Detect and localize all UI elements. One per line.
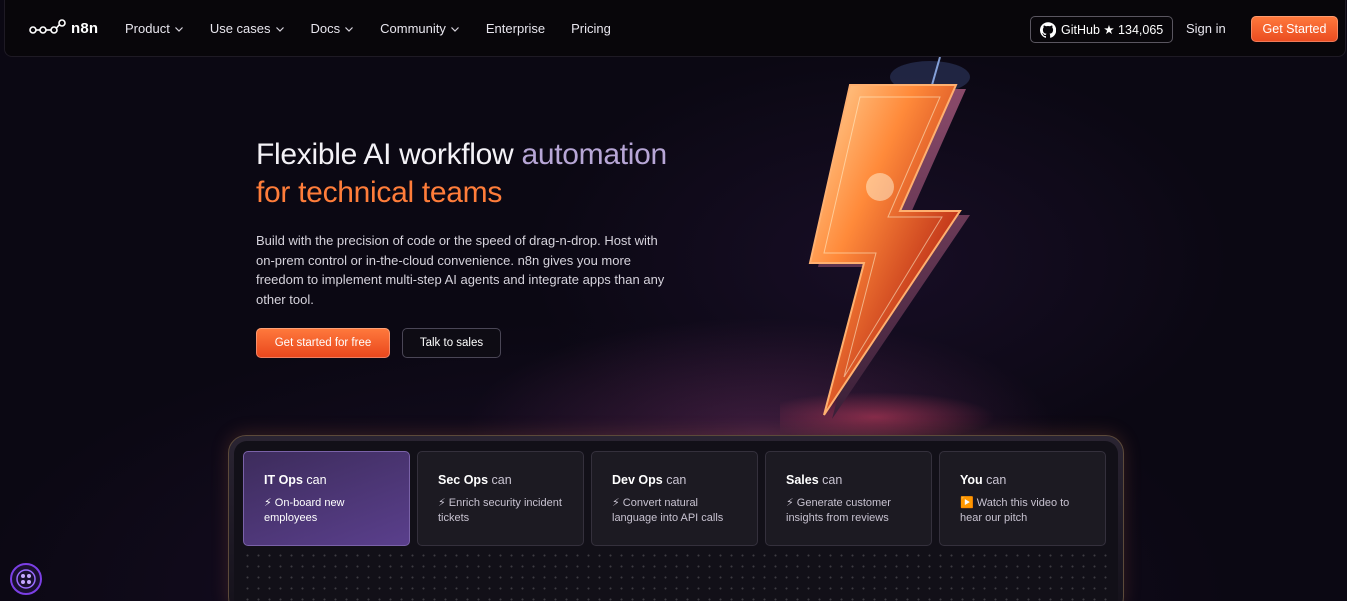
role-card-description: On-board new employees	[264, 497, 345, 524]
lightning-icon: ⚡	[786, 497, 794, 509]
role-card-sec-ops[interactable]: Sec Ops can ⚡ Enrich security incident t…	[417, 451, 584, 546]
role-card-text: ⚡ Enrich security incident tickets	[438, 496, 568, 525]
role-card-description: Watch this video to hear our pitch	[960, 497, 1070, 524]
role-card-you[interactable]: You can ▶️ Watch this video to hear our …	[939, 451, 1106, 546]
nav-item-pricing[interactable]: Pricing	[571, 21, 611, 36]
hero-description: Build with the precision of code or the …	[256, 233, 665, 307]
hero-title-part1: Flexible AI workflow	[256, 138, 522, 171]
role-can: can	[662, 473, 687, 487]
role-card-text: ⚡ On-board new employees	[264, 496, 394, 525]
chevron-down-icon	[174, 26, 183, 32]
n8n-logo-icon	[29, 19, 66, 34]
logo[interactable]: n8n	[29, 18, 98, 38]
nav-item-enterprise[interactable]: Enterprise	[486, 21, 545, 36]
github-icon	[1040, 21, 1056, 38]
role-can: can	[818, 473, 843, 487]
role-card-heading: Sec Ops can	[438, 473, 583, 487]
role-name: IT Ops	[264, 473, 303, 487]
nav-item-use-cases[interactable]: Use cases	[210, 21, 285, 36]
hero-title: Flexible AI workflow automation for tech…	[256, 136, 667, 212]
lightning-icon: ⚡	[438, 497, 446, 509]
dotted-canvas-background	[242, 550, 1112, 601]
chat-widget-button[interactable]	[10, 563, 42, 595]
chevron-down-icon	[450, 26, 459, 32]
role-card-heading: You can	[960, 473, 1105, 487]
role-card-description: Convert natural language into API calls	[612, 497, 724, 524]
get-started-free-button[interactable]: Get started for free	[256, 328, 390, 358]
sign-in-link[interactable]: Sign in	[1186, 21, 1226, 36]
github-stars-button[interactable]: GitHub ★ 134,065	[1030, 16, 1174, 43]
chat-bot-icon	[16, 569, 36, 589]
github-stars-label: GitHub ★ 134,065	[1061, 23, 1164, 37]
role-card-heading: Sales can	[786, 473, 931, 487]
lightning-icon: ⚡	[264, 497, 272, 509]
talk-to-sales-button[interactable]: Talk to sales	[402, 328, 501, 358]
chevron-down-icon	[345, 26, 354, 32]
get-started-button[interactable]: Get Started	[1251, 16, 1338, 42]
role-cards: IT Ops can ⚡ On-board new employees Sec …	[243, 451, 1106, 546]
lightning-bolt-illustration	[780, 57, 995, 437]
nav-item-label: Community	[380, 21, 446, 36]
role-card-it-ops[interactable]: IT Ops can ⚡ On-board new employees	[243, 451, 410, 546]
role-name: You	[960, 473, 983, 487]
play-video-icon: ▶️	[960, 497, 974, 509]
lightning-icon: ⚡	[612, 497, 620, 509]
role-name: Dev Ops	[612, 473, 663, 487]
hero-title-part2: automation	[521, 138, 667, 171]
nav-links: Product Use cases Docs Community Enterpr…	[125, 0, 611, 57]
hero-title-line2: for technical teams	[256, 176, 503, 209]
role-card-heading: IT Ops can	[264, 473, 409, 487]
nav-item-docs[interactable]: Docs	[311, 21, 355, 36]
role-card-sales[interactable]: Sales can ⚡ Generate customer insights f…	[765, 451, 932, 546]
nav-item-label: Use cases	[209, 21, 271, 36]
logo-text: n8n	[71, 19, 99, 37]
nav-item-label: Enterprise	[485, 21, 546, 36]
nav-item-community[interactable]: Community	[380, 21, 460, 36]
role-card-description: Generate customer insights from reviews	[786, 497, 891, 524]
role-card-description: Enrich security incident tickets	[438, 497, 562, 524]
role-card-heading: Dev Ops can	[612, 473, 757, 487]
top-navigation: n8n Product Use cases Docs Community Ent…	[4, 0, 1346, 57]
role-card-dev-ops[interactable]: Dev Ops can ⚡ Convert natural language i…	[591, 451, 758, 546]
nav-item-label: Docs	[310, 21, 341, 36]
nav-item-product[interactable]: Product	[125, 21, 184, 36]
role-can: can	[982, 473, 1007, 487]
role-name: Sec Ops	[438, 473, 489, 487]
role-card-text: ⚡ Convert natural language into API call…	[612, 496, 742, 525]
nav-item-label: Product	[125, 21, 170, 36]
role-can: can	[302, 473, 327, 487]
role-card-text: ▶️ Watch this video to hear our pitch	[960, 496, 1090, 525]
chevron-down-icon	[275, 26, 284, 32]
nav-item-label: Pricing	[571, 21, 611, 36]
role-card-text: ⚡ Generate customer insights from review…	[786, 496, 916, 525]
role-can: can	[488, 473, 512, 487]
role-name: Sales	[786, 473, 819, 487]
